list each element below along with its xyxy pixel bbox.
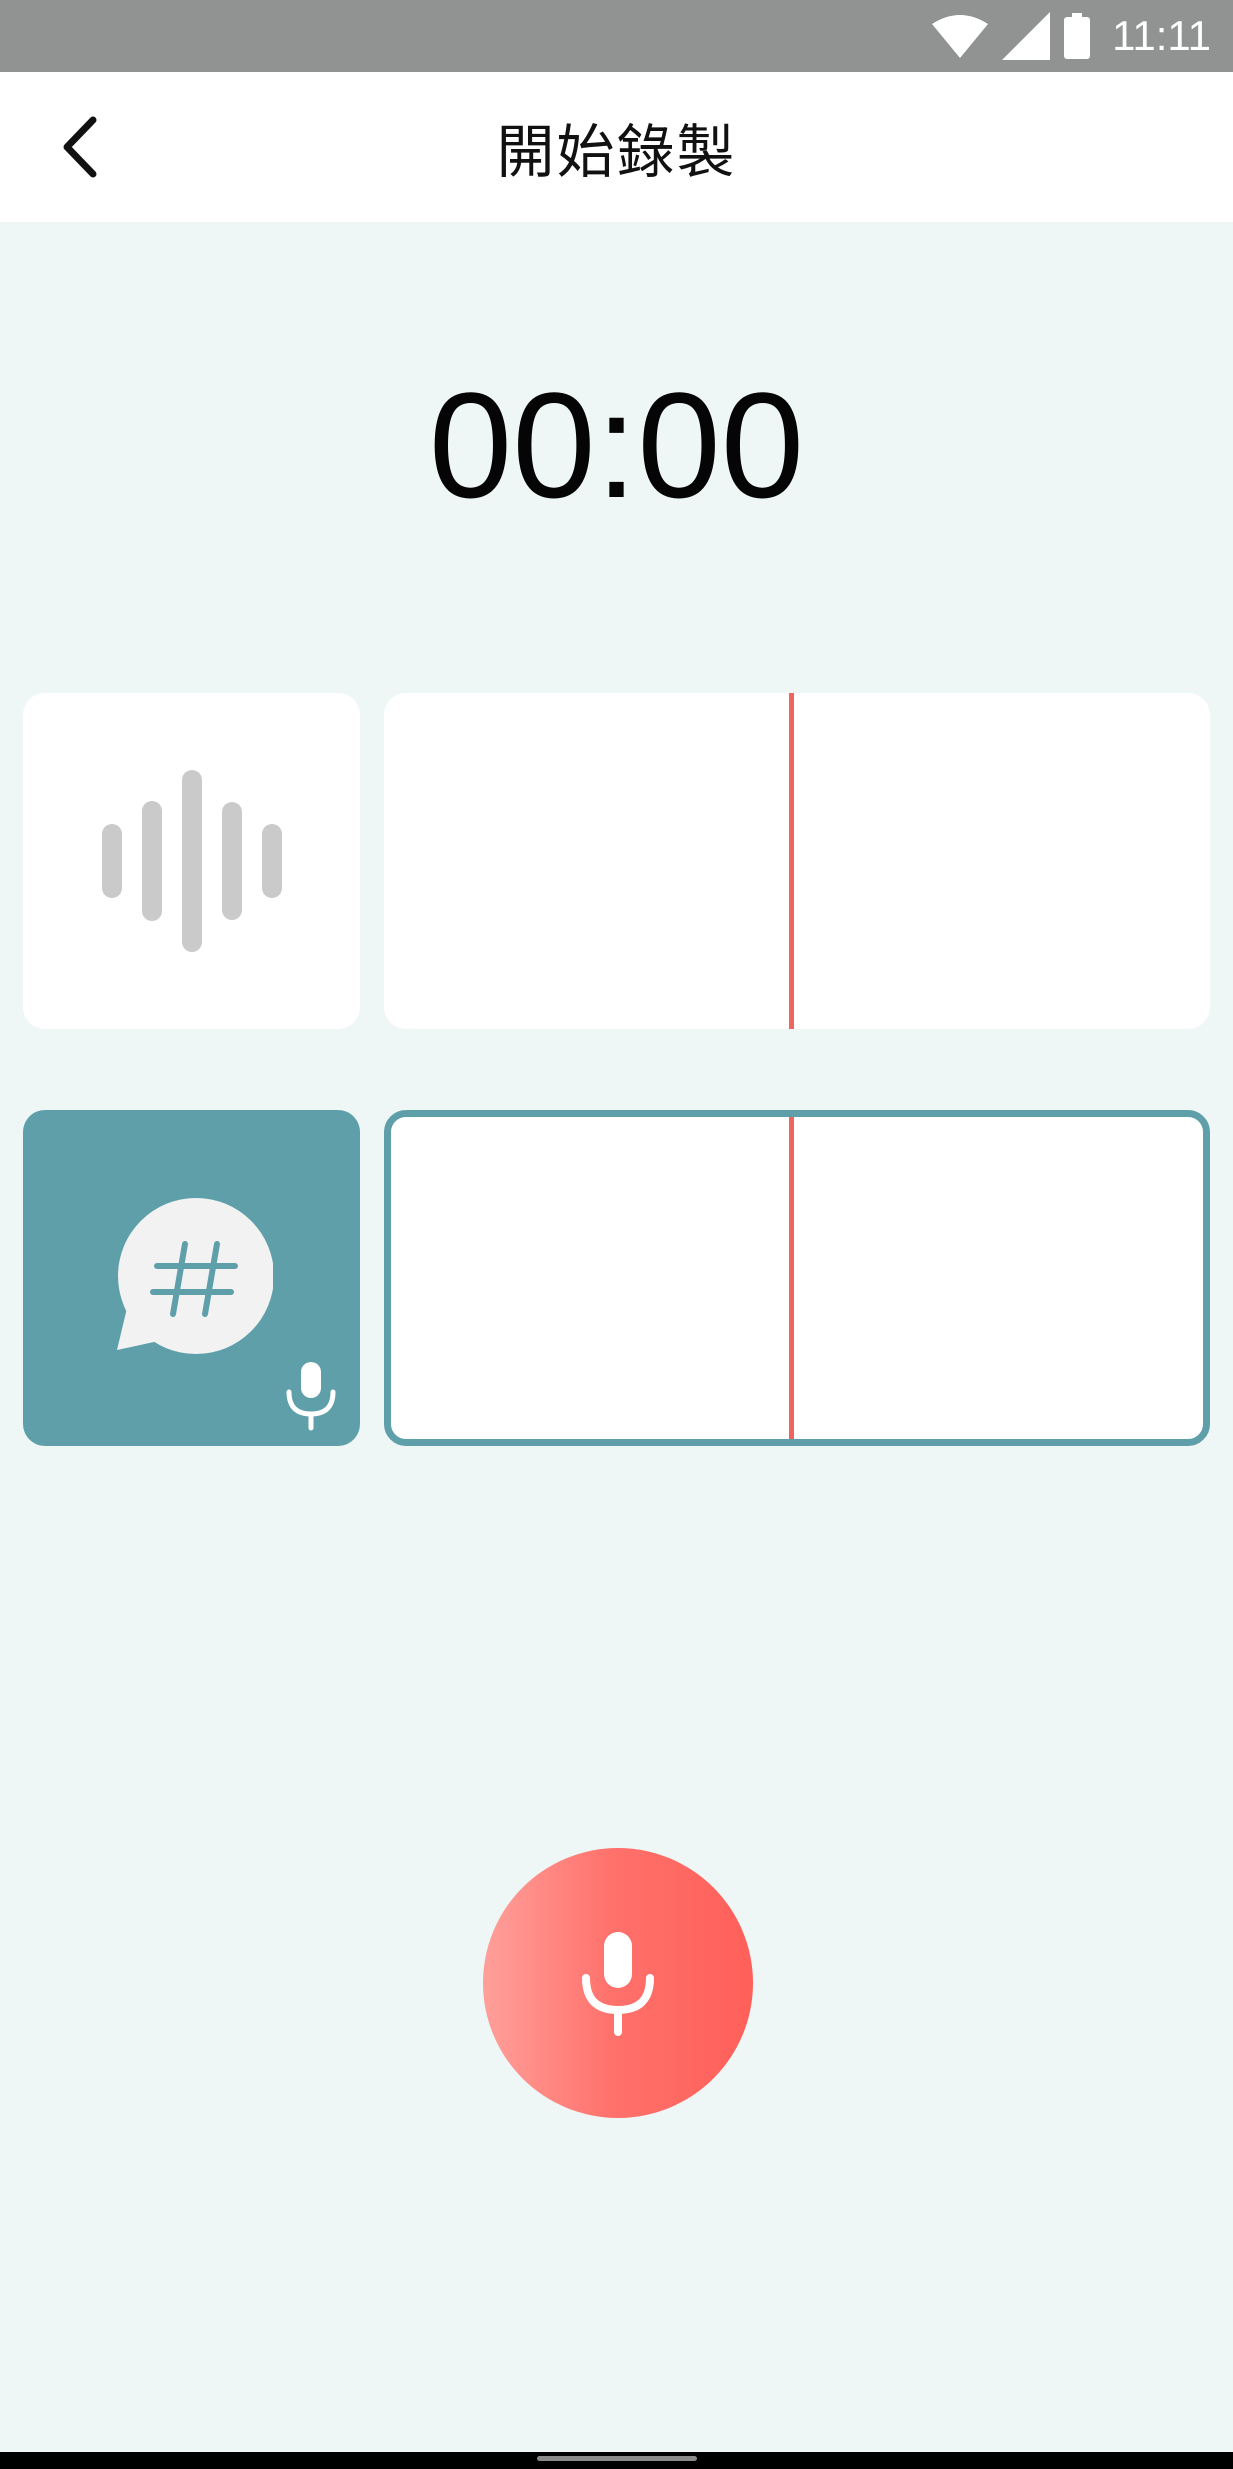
playhead-marker — [789, 1117, 794, 1439]
status-icons: 11:11 — [932, 0, 1211, 72]
recording-timer: 00:00 — [428, 361, 805, 529]
chevron-left-icon — [63, 116, 97, 178]
app-bar: 開始錄製 — [0, 72, 1233, 222]
playhead-marker — [789, 693, 794, 1029]
signal-icon — [1002, 12, 1051, 60]
voice-track-timeline[interactable] — [384, 1110, 1210, 1446]
navigation-bar — [0, 2452, 1233, 2469]
sound-track-button[interactable] — [23, 693, 360, 1029]
home-gesture-handle[interactable] — [537, 2456, 697, 2461]
sound-wave-icon — [23, 693, 360, 1029]
sound-track-timeline[interactable] — [384, 693, 1210, 1029]
microphone-icon — [286, 1362, 336, 1431]
microphone-icon — [582, 1932, 654, 2036]
battery-icon — [1064, 13, 1091, 59]
status-bar: 11:11 — [0, 0, 1233, 72]
voice-track-button[interactable] — [23, 1110, 360, 1446]
page-title: 開始錄製 — [496, 118, 737, 186]
hashtag-chat-icon — [117, 1198, 273, 1354]
back-button[interactable] — [40, 107, 120, 187]
wifi-icon — [932, 15, 989, 58]
status-time: 11:11 — [1112, 12, 1211, 59]
record-button[interactable] — [483, 1848, 753, 2118]
